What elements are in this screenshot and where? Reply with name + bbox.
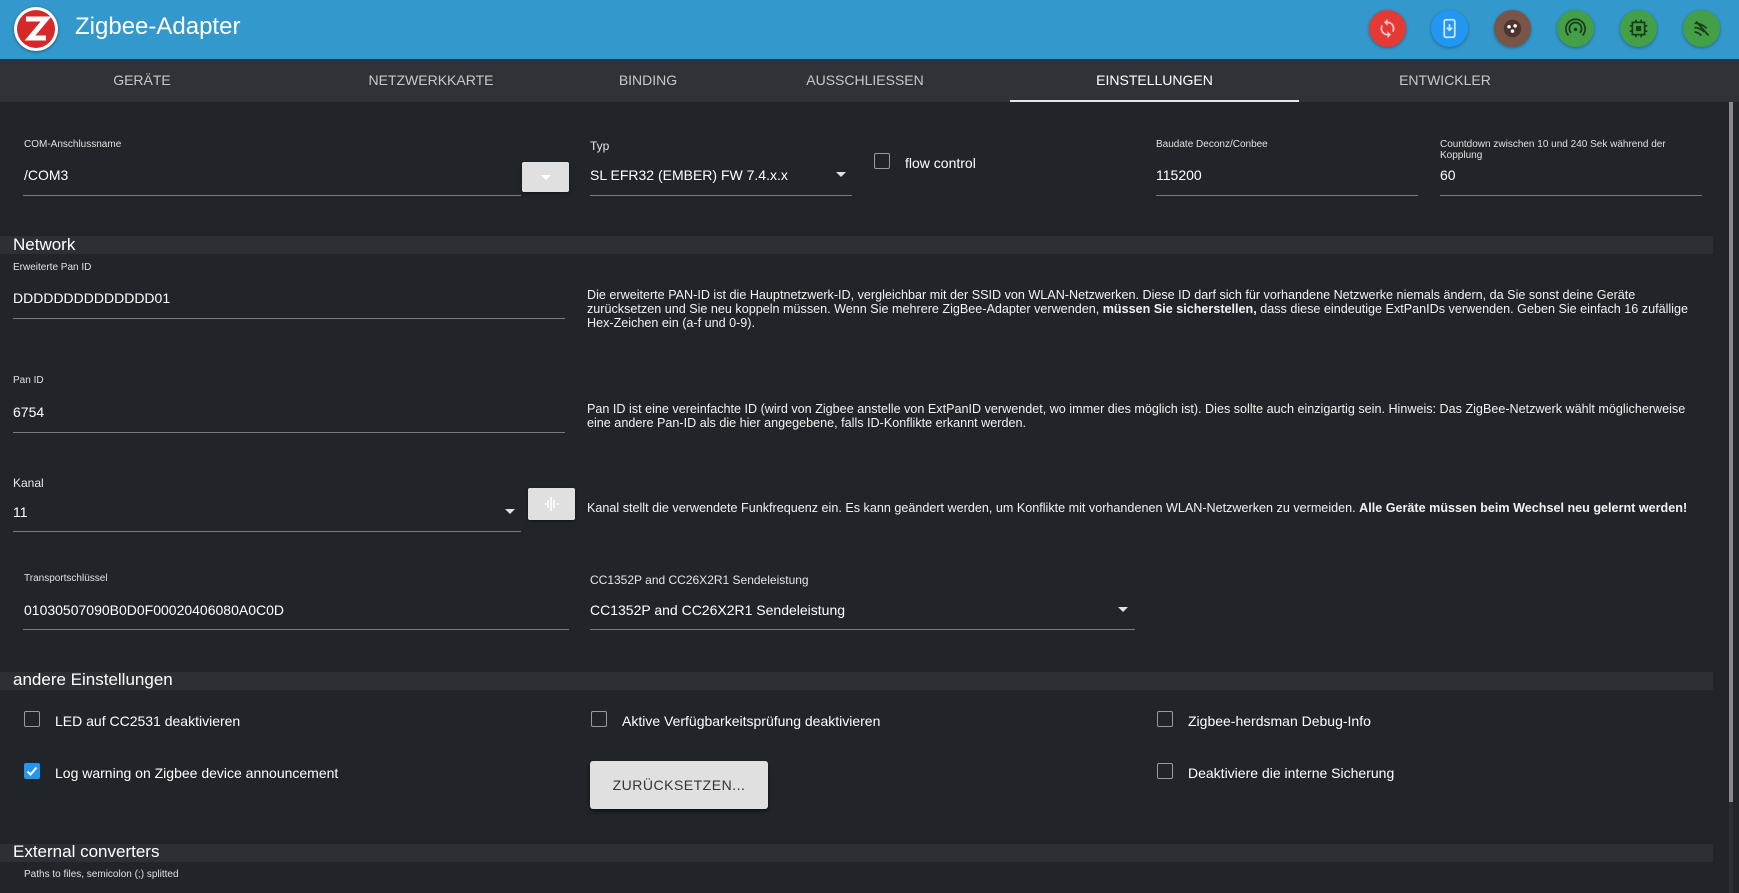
ext-pan-description: Die erweiterte PAN-ID ist die Hauptnetzw…: [587, 288, 1688, 330]
chevron-down-icon: [541, 175, 551, 180]
chip-icon[interactable]: [1620, 10, 1657, 47]
backup-label: Deaktiviere die interne Sicherung: [1188, 765, 1395, 781]
countdown-input[interactable]: 60: [1440, 167, 1456, 183]
app-header: Zigbee-Adapter: [0, 0, 1739, 59]
flow-control-label: flow control: [905, 155, 976, 171]
transport-input[interactable]: 01030507090B0D0F00020406080A0C0D: [24, 602, 284, 618]
kanal-description: Kanal stellt die verwendete Funkfrequenz…: [587, 501, 1688, 515]
pan-label: Pan ID: [13, 375, 44, 386]
tab-binding[interactable]: BINDING: [578, 59, 718, 102]
countdown-label: Countdown zwischen 10 und 240 Sek währen…: [1440, 139, 1666, 161]
tab-entwickler[interactable]: ENTWICKLER: [1300, 59, 1590, 102]
ext-pan-underline: [13, 318, 565, 319]
typ-select[interactable]: SL EFR32 (EMBER) FW 7.4.x.x: [590, 167, 788, 183]
tab-bar: GERÄTE NETZWERKKARTE BINDING AUSSCHLIESS…: [0, 59, 1739, 102]
cc-select[interactable]: CC1352P and CC26X2R1 Sendeleistung: [590, 602, 845, 618]
zigbee-logo-icon: [14, 7, 58, 51]
com-label: COM-Anschlussname: [24, 139, 122, 150]
app-title: Zigbee-Adapter: [75, 13, 241, 40]
typ-underline: [590, 195, 852, 196]
baud-input[interactable]: 115200: [1156, 167, 1202, 183]
flow-control-checkbox[interactable]: [874, 153, 890, 169]
transport-underline: [23, 629, 569, 630]
avail-label: Aktive Verfügbarkeitsprüfung deaktiviere…: [622, 713, 881, 729]
cookie-icon[interactable]: [1494, 10, 1531, 47]
zigbee-icon[interactable]: [1683, 10, 1720, 47]
led-label: LED auf CC2531 deaktivieren: [55, 713, 241, 729]
tab-einstellungen[interactable]: EINSTELLUNGEN: [1010, 59, 1299, 102]
debug-checkbox[interactable]: [1157, 711, 1173, 727]
reset-button[interactable]: ZURÜCKSETZEN...: [590, 761, 768, 809]
baud-label: Baudate Deconz/Conbee: [1156, 139, 1268, 150]
com-underline: [23, 195, 521, 196]
other-title: andere Einstellungen: [13, 670, 173, 689]
tab-ausschliessen[interactable]: AUSSCHLIESSEN: [720, 59, 1010, 102]
ext-pan-input[interactable]: DDDDDDDDDDDDDD01: [13, 290, 170, 306]
tab-geraete[interactable]: GERÄTE: [0, 59, 284, 102]
cc-label: CC1352P and CC26X2R1 Sendeleistung: [590, 573, 809, 587]
countdown-underline: [1440, 195, 1702, 196]
channel-scan-button[interactable]: [528, 488, 575, 520]
network-title: Network: [13, 235, 76, 254]
tab-netzwerkkarte[interactable]: NETZWERKKARTE: [286, 59, 576, 102]
external-section-bar: [0, 844, 1713, 862]
pan-description: Pan ID ist eine vereinfachte ID (wird vo…: [587, 402, 1686, 430]
backup-checkbox[interactable]: [1157, 763, 1173, 779]
external-paths-label: Paths to files, semicolon (;) splitted: [24, 869, 179, 880]
com-input[interactable]: /COM3: [24, 167, 68, 183]
waveform-icon: [545, 497, 559, 511]
kanal-select[interactable]: 11: [13, 504, 28, 520]
signal-icon[interactable]: [1557, 10, 1594, 47]
transport-label: Transportschlüssel: [24, 573, 108, 584]
chevron-down-icon[interactable]: [1118, 607, 1128, 612]
debug-label: Zigbee-herdsman Debug-Info: [1188, 713, 1371, 729]
led-checkbox[interactable]: [24, 711, 40, 727]
pan-underline: [13, 432, 565, 433]
kanal-label: Kanal: [13, 476, 44, 490]
other-section-bar: [0, 672, 1713, 690]
avail-checkbox[interactable]: [591, 711, 607, 727]
chevron-down-icon[interactable]: [836, 172, 846, 177]
network-section-bar: [0, 236, 1713, 254]
com-dropdown-button[interactable]: [522, 162, 569, 192]
chevron-down-icon[interactable]: [505, 509, 515, 514]
typ-label: Typ: [590, 139, 610, 153]
external-title: External converters: [13, 842, 160, 861]
log-warning-checkbox[interactable]: [24, 763, 40, 779]
download-icon[interactable]: [1431, 10, 1468, 47]
scrollbar-thumb[interactable]: [1729, 102, 1733, 802]
pan-input[interactable]: 6754: [13, 404, 44, 420]
log-warning-label: Log warning on Zigbee device announcemen…: [55, 765, 339, 781]
kanal-underline: [13, 531, 521, 532]
checkmark-icon: [26, 766, 37, 776]
baud-underline: [1156, 195, 1418, 196]
sync-icon[interactable]: [1369, 10, 1406, 47]
ext-pan-label: Erweiterte Pan ID: [13, 262, 92, 273]
cc-underline: [590, 629, 1135, 630]
